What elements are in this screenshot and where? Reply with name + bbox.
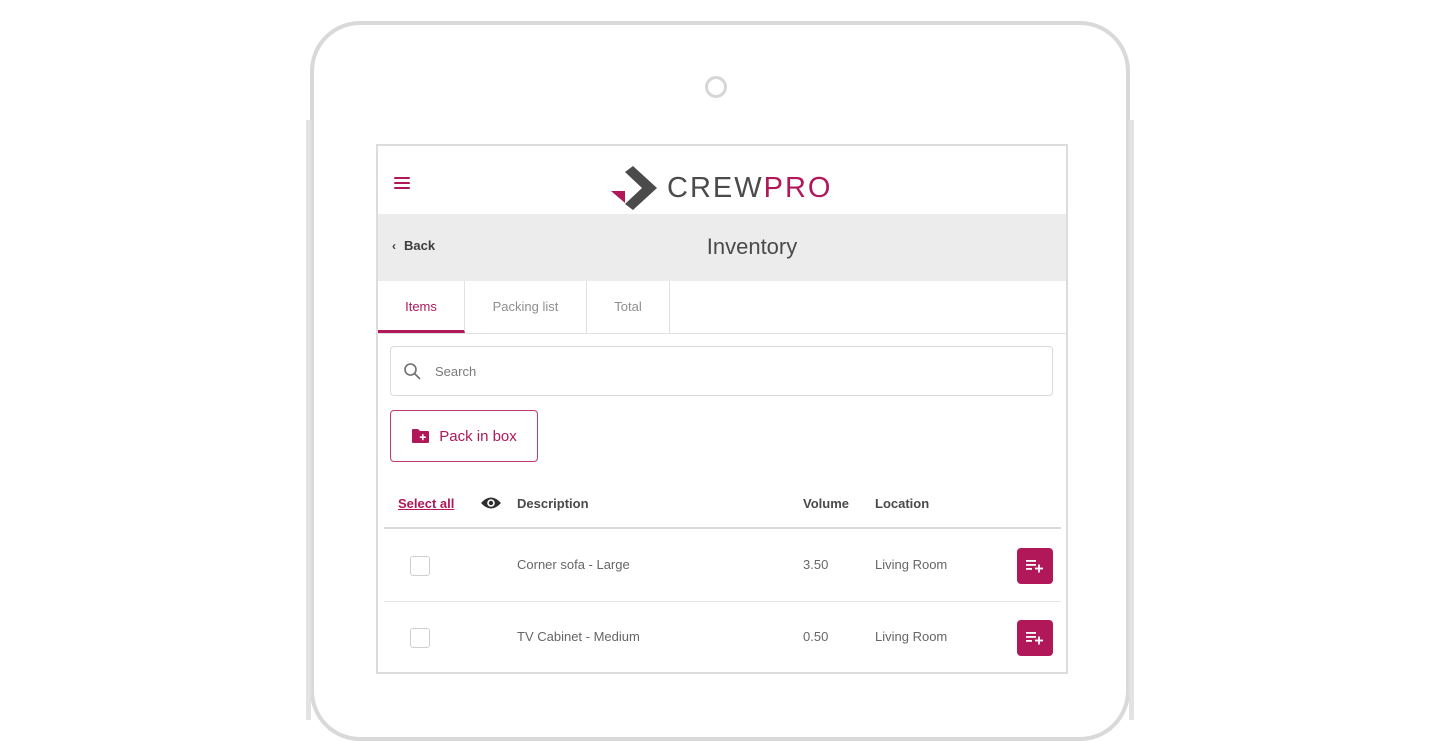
app-screen: CREWPRO ‹ Back Inventory Items Packing l… bbox=[376, 144, 1068, 674]
add-to-list-button[interactable] bbox=[1017, 620, 1053, 656]
tab-packing-list[interactable]: Packing list bbox=[465, 281, 587, 333]
add-to-list-button[interactable] bbox=[1017, 548, 1053, 584]
row-location: Living Room bbox=[875, 557, 948, 572]
row-checkbox[interactable] bbox=[410, 556, 430, 576]
top-bar: CREWPRO bbox=[378, 146, 1066, 214]
eye-icon[interactable] bbox=[480, 495, 502, 511]
row-volume: 0.50 bbox=[803, 629, 829, 644]
hamburger-icon[interactable] bbox=[394, 177, 410, 189]
logo-arrow-icon bbox=[611, 166, 657, 210]
tablet-side-right bbox=[1129, 120, 1134, 720]
tablet-side-left bbox=[306, 120, 311, 720]
row-checkbox[interactable] bbox=[410, 628, 430, 648]
tab-items[interactable]: Items bbox=[378, 281, 465, 333]
playlist-add-icon bbox=[1026, 632, 1043, 645]
playlist-add-icon bbox=[1026, 560, 1043, 573]
select-all-link[interactable]: Select all bbox=[398, 496, 454, 511]
table-row: TV Cabinet - Medium 0.50 Living Room bbox=[384, 602, 1061, 672]
search-icon bbox=[404, 363, 421, 380]
column-header-volume: Volume bbox=[803, 496, 849, 511]
search-input[interactable] bbox=[433, 362, 1052, 380]
row-location: Living Room bbox=[875, 629, 948, 644]
tab-total[interactable]: Total bbox=[587, 281, 670, 333]
pack-in-box-label: Pack in box bbox=[439, 427, 517, 445]
tablet-camera bbox=[705, 76, 727, 98]
title-bar: ‹ Back Inventory bbox=[378, 214, 1066, 281]
column-header-description: Description bbox=[517, 496, 589, 511]
tab-bar: Items Packing list Total bbox=[378, 281, 1066, 334]
folder-add-icon bbox=[412, 429, 430, 443]
crewpro-logo: CREWPRO bbox=[611, 166, 832, 210]
logo-text-crew: CREW bbox=[667, 171, 764, 204]
logo-text-pro: PRO bbox=[763, 171, 833, 204]
table-header: Select all Description Volume Location bbox=[384, 483, 1061, 529]
row-description: TV Cabinet - Medium bbox=[517, 629, 640, 644]
column-header-location: Location bbox=[875, 496, 930, 511]
page-title: Inventory bbox=[706, 234, 798, 259]
table-row: Corner sofa - Large 3.50 Living Room bbox=[384, 530, 1061, 602]
row-description: Corner sofa - Large bbox=[517, 557, 630, 572]
pack-in-box-button[interactable]: Pack in box bbox=[390, 410, 538, 462]
row-volume: 3.50 bbox=[803, 557, 829, 572]
search-box[interactable] bbox=[390, 346, 1053, 396]
